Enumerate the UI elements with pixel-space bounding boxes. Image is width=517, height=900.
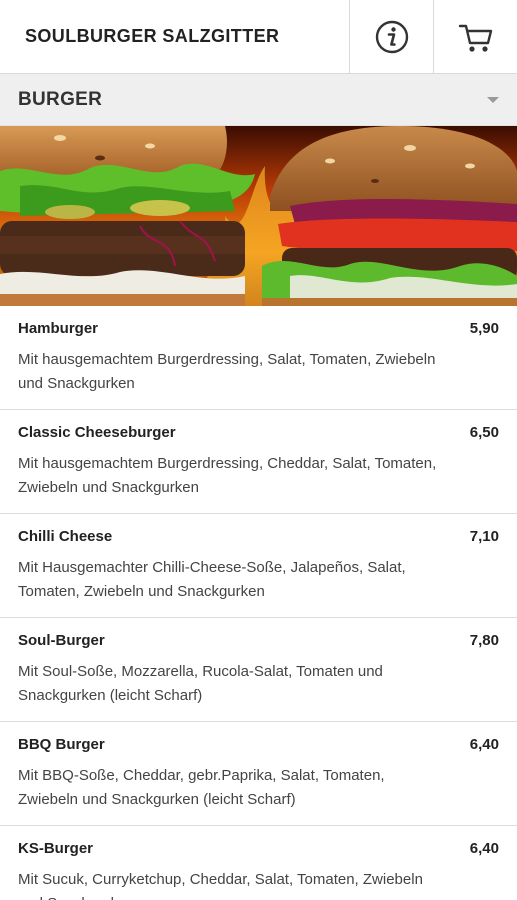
item-price: 7,80 [469,632,499,649]
menu-item[interactable]: BBQ Burger 6,40 Mit BBQ-Soße, Cheddar, g… [0,722,517,826]
app-header: SOULBURGER SALZGITTER [0,0,517,74]
cart-icon [458,24,492,52]
item-price: 5,90 [469,320,499,337]
item-description: Mit Soul-Soße, Mozzarella, Rucola-Salat,… [18,663,383,704]
menu-item[interactable]: Classic Cheeseburger 6,50 Mit hausgemach… [0,410,517,514]
category-label: BURGER [18,88,103,110]
category-selector[interactable]: BURGER [0,74,517,126]
item-name: Classic Cheeseburger [18,424,176,441]
item-price: 6,50 [469,424,499,441]
item-price: 7,10 [469,528,499,545]
item-name: Hamburger [18,320,99,337]
item-description: Mit Hausgemachter Chilli-Cheese-Soße, Ja… [18,559,406,600]
menu-item[interactable]: KS-Burger 6,40 Mit Sucuk, Curryketchup, … [0,826,517,900]
restaurant-title: SOULBURGER SALZGITTER [25,26,280,46]
item-description: Mit BBQ-Soße, Cheddar, gebr.Paprika, Sal… [18,767,385,808]
cart-button[interactable] [433,0,517,73]
item-name: Chilli Cheese [18,528,113,545]
item-name: Soul-Burger [18,632,105,649]
info-icon [375,20,408,53]
item-description: Mit hausgemachtem Burgerdressing, Salat,… [18,351,436,392]
item-description: Mit hausgemachtem Burgerdressing, Chedda… [18,455,437,496]
item-price: 6,40 [469,736,499,753]
menu-item[interactable]: Soul-Burger 7,80 Mit Soul-Soße, Mozzarel… [0,618,517,722]
item-name: BBQ Burger [18,736,105,753]
menu-item[interactable]: Chilli Cheese 7,10 Mit Hausgemachter Chi… [0,514,517,618]
item-name: KS-Burger [18,840,94,857]
item-price: 6,40 [469,840,499,857]
menu-list: Hamburger 5,90 Mit hausgemachtem Burgerd… [0,306,517,900]
burger-banner-image [0,126,517,306]
chevron-down-icon [487,96,499,103]
info-button[interactable] [349,0,433,73]
menu-item[interactable]: Hamburger 5,90 Mit hausgemachtem Burgerd… [0,306,517,410]
item-description: Mit Sucuk, Curryketchup, Cheddar, Salat,… [18,871,423,900]
